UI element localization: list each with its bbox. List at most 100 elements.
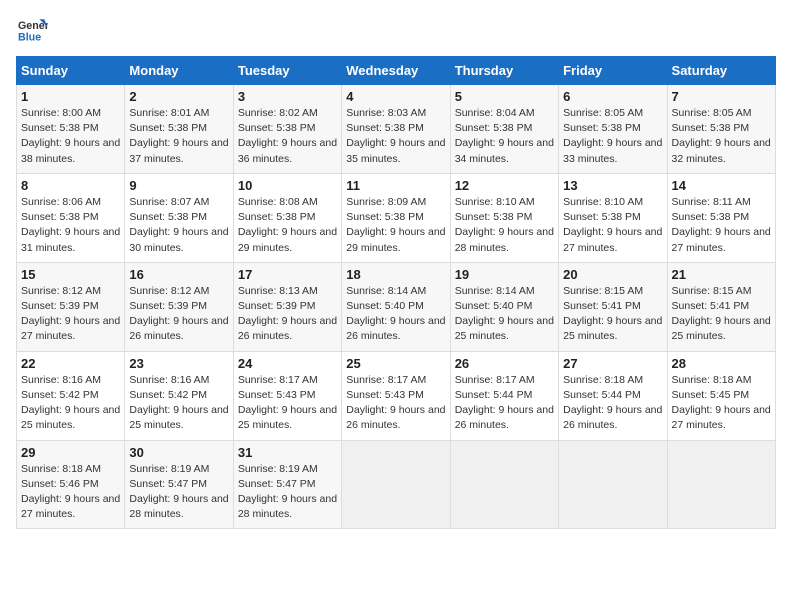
day-number: 4	[346, 89, 445, 104]
calendar-cell: 13 Sunrise: 8:10 AMSunset: 5:38 PMDayligh…	[559, 173, 667, 262]
day-number: 13	[563, 178, 662, 193]
week-row-3: 15 Sunrise: 8:12 AMSunset: 5:39 PMDayligh…	[17, 262, 776, 351]
week-row-2: 8 Sunrise: 8:06 AMSunset: 5:38 PMDaylight…	[17, 173, 776, 262]
calendar-cell	[559, 440, 667, 529]
calendar-cell: 4 Sunrise: 8:03 AMSunset: 5:38 PMDaylight…	[342, 85, 450, 174]
day-number: 7	[672, 89, 771, 104]
calendar-cell: 18 Sunrise: 8:14 AMSunset: 5:40 PMDayligh…	[342, 262, 450, 351]
day-detail: Sunrise: 8:00 AMSunset: 5:38 PMDaylight:…	[21, 106, 120, 167]
page-header: General Blue	[16, 16, 776, 44]
col-header-monday: Monday	[125, 57, 233, 85]
day-detail: Sunrise: 8:14 AMSunset: 5:40 PMDaylight:…	[346, 284, 445, 345]
col-header-friday: Friday	[559, 57, 667, 85]
calendar-cell	[342, 440, 450, 529]
calendar-cell: 10Sunrise: 8:08 AMSunset: 5:38 PMDayligh…	[233, 173, 341, 262]
day-detail: Sunrise: 8:16 AMSunset: 5:42 PMDaylight:…	[129, 373, 228, 434]
day-detail: Sunrise: 8:13 AMSunset: 5:39 PMDaylight:…	[238, 284, 337, 345]
calendar-cell	[667, 440, 775, 529]
day-number: 15	[21, 267, 120, 282]
day-detail: Sunrise: 8:07 AMSunset: 5:38 PMDaylight:…	[129, 195, 228, 256]
calendar-cell: 29 Sunrise: 8:18 AMSunset: 5:46 PMDayligh…	[17, 440, 125, 529]
week-row-1: 1 Sunrise: 8:00 AMSunset: 5:38 PMDaylight…	[17, 85, 776, 174]
col-header-saturday: Saturday	[667, 57, 775, 85]
day-number: 16	[129, 267, 228, 282]
day-number: 12	[455, 178, 554, 193]
day-detail: Sunrise: 8:11 AMSunset: 5:38 PMDaylight:…	[672, 195, 771, 256]
day-detail: Sunrise: 8:10 AMSunset: 5:38 PMDaylight:…	[455, 195, 554, 256]
day-number: 31	[238, 445, 337, 460]
logo-icon: General Blue	[16, 16, 48, 44]
day-detail: Sunrise: 8:04 AMSunset: 5:38 PMDaylight:…	[455, 106, 554, 167]
day-number: 9	[129, 178, 228, 193]
day-detail: Sunrise: 8:05 AMSunset: 5:38 PMDaylight:…	[672, 106, 771, 167]
day-number: 23	[129, 356, 228, 371]
calendar-cell: 2 Sunrise: 8:01 AMSunset: 5:38 PMDaylight…	[125, 85, 233, 174]
day-number: 3	[238, 89, 337, 104]
calendar-cell: 11 Sunrise: 8:09 AMSunset: 5:38 PMDayligh…	[342, 173, 450, 262]
col-header-tuesday: Tuesday	[233, 57, 341, 85]
day-detail: Sunrise: 8:12 AMSunset: 5:39 PMDaylight:…	[129, 284, 228, 345]
day-number: 14	[672, 178, 771, 193]
calendar-cell: 19 Sunrise: 8:14 AMSunset: 5:40 PMDayligh…	[450, 262, 558, 351]
calendar-cell: 22 Sunrise: 8:16 AMSunset: 5:42 PMDayligh…	[17, 351, 125, 440]
day-number: 18	[346, 267, 445, 282]
day-number: 21	[672, 267, 771, 282]
day-detail: Sunrise: 8:10 AMSunset: 5:38 PMDaylight:…	[563, 195, 662, 256]
svg-text:Blue: Blue	[18, 32, 41, 44]
calendar-cell: 27Sunrise: 8:18 AMSunset: 5:44 PMDayligh…	[559, 351, 667, 440]
day-detail: Sunrise: 8:17 AMSunset: 5:44 PMDaylight:…	[455, 373, 554, 434]
day-detail: Sunrise: 8:06 AMSunset: 5:38 PMDaylight:…	[21, 195, 120, 256]
calendar-cell: 16 Sunrise: 8:12 AMSunset: 5:39 PMDayligh…	[125, 262, 233, 351]
calendar-cell: 3 Sunrise: 8:02 AMSunset: 5:38 PMDaylight…	[233, 85, 341, 174]
day-number: 8	[21, 178, 120, 193]
day-number: 30	[129, 445, 228, 460]
calendar-cell: 25 Sunrise: 8:17 AMSunset: 5:43 PMDayligh…	[342, 351, 450, 440]
day-number: 11	[346, 178, 445, 193]
calendar-cell	[450, 440, 558, 529]
day-number: 22	[21, 356, 120, 371]
calendar-cell: 31Sunrise: 8:19 AMSunset: 5:47 PMDayligh…	[233, 440, 341, 529]
day-detail: Sunrise: 8:15 AMSunset: 5:41 PMDaylight:…	[672, 284, 771, 345]
day-detail: Sunrise: 8:15 AMSunset: 5:41 PMDaylight:…	[563, 284, 662, 345]
day-detail: Sunrise: 8:18 AMSunset: 5:46 PMDaylight:…	[21, 462, 120, 523]
day-detail: Sunrise: 8:02 AMSunset: 5:38 PMDaylight:…	[238, 106, 337, 167]
day-number: 27	[563, 356, 662, 371]
calendar-cell: 14 Sunrise: 8:11 AMSunset: 5:38 PMDayligh…	[667, 173, 775, 262]
day-number: 25	[346, 356, 445, 371]
day-detail: Sunrise: 8:05 AMSunset: 5:38 PMDaylight:…	[563, 106, 662, 167]
day-detail: Sunrise: 8:17 AMSunset: 5:43 PMDaylight:…	[238, 373, 337, 434]
calendar-cell: 17Sunrise: 8:13 AMSunset: 5:39 PMDayligh…	[233, 262, 341, 351]
calendar-cell: 20 Sunrise: 8:15 AMSunset: 5:41 PMDayligh…	[559, 262, 667, 351]
day-detail: Sunrise: 8:03 AMSunset: 5:38 PMDaylight:…	[346, 106, 445, 167]
day-number: 1	[21, 89, 120, 104]
day-detail: Sunrise: 8:08 AMSunset: 5:38 PMDaylight:…	[238, 195, 337, 256]
day-detail: Sunrise: 8:16 AMSunset: 5:42 PMDaylight:…	[21, 373, 120, 434]
calendar-cell: 30 Sunrise: 8:19 AMSunset: 5:47 PMDayligh…	[125, 440, 233, 529]
day-number: 29	[21, 445, 120, 460]
calendar-cell: 5Sunrise: 8:04 AMSunset: 5:38 PMDaylight…	[450, 85, 558, 174]
day-number: 20	[563, 267, 662, 282]
col-header-wednesday: Wednesday	[342, 57, 450, 85]
day-number: 24	[238, 356, 337, 371]
day-detail: Sunrise: 8:17 AMSunset: 5:43 PMDaylight:…	[346, 373, 445, 434]
calendar-cell: 9 Sunrise: 8:07 AMSunset: 5:38 PMDaylight…	[125, 173, 233, 262]
day-detail: Sunrise: 8:18 AMSunset: 5:45 PMDaylight:…	[672, 373, 771, 434]
day-detail: Sunrise: 8:01 AMSunset: 5:38 PMDaylight:…	[129, 106, 228, 167]
calendar-table: SundayMondayTuesdayWednesdayThursdayFrid…	[16, 56, 776, 529]
day-number: 6	[563, 89, 662, 104]
calendar-cell: 1 Sunrise: 8:00 AMSunset: 5:38 PMDaylight…	[17, 85, 125, 174]
day-number: 19	[455, 267, 554, 282]
week-row-4: 22 Sunrise: 8:16 AMSunset: 5:42 PMDayligh…	[17, 351, 776, 440]
day-detail: Sunrise: 8:09 AMSunset: 5:38 PMDaylight:…	[346, 195, 445, 256]
calendar-cell: 7 Sunrise: 8:05 AMSunset: 5:38 PMDaylight…	[667, 85, 775, 174]
day-number: 2	[129, 89, 228, 104]
calendar-cell: 21 Sunrise: 8:15 AMSunset: 5:41 PMDayligh…	[667, 262, 775, 351]
day-number: 26	[455, 356, 554, 371]
day-number: 28	[672, 356, 771, 371]
col-header-thursday: Thursday	[450, 57, 558, 85]
calendar-header: SundayMondayTuesdayWednesdayThursdayFrid…	[17, 57, 776, 85]
day-detail: Sunrise: 8:19 AMSunset: 5:47 PMDaylight:…	[129, 462, 228, 523]
calendar-cell: 6 Sunrise: 8:05 AMSunset: 5:38 PMDaylight…	[559, 85, 667, 174]
day-detail: Sunrise: 8:14 AMSunset: 5:40 PMDaylight:…	[455, 284, 554, 345]
day-detail: Sunrise: 8:12 AMSunset: 5:39 PMDaylight:…	[21, 284, 120, 345]
